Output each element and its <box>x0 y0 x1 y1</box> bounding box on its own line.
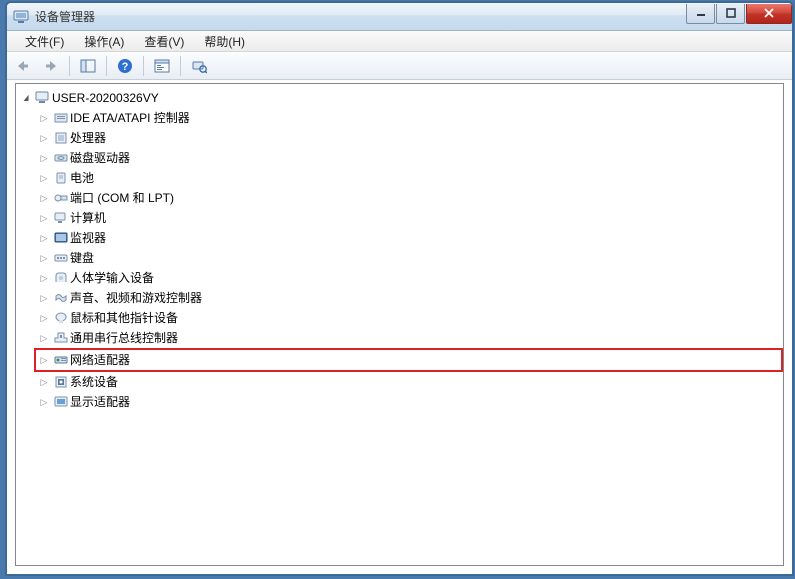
highlighted-item: 网络适配器 <box>34 348 783 372</box>
maximize-button[interactable] <box>716 4 745 24</box>
tree-item[interactable]: 计算机 <box>36 208 783 228</box>
expand-icon[interactable] <box>36 308 52 328</box>
expand-icon[interactable] <box>36 188 52 208</box>
expand-icon[interactable] <box>36 288 52 308</box>
tree-item-label: 显示适配器 <box>70 392 130 412</box>
menu-view[interactable]: 查看(V) <box>134 31 194 52</box>
expand-icon[interactable] <box>36 208 52 228</box>
device-category-icon <box>52 352 70 368</box>
tree-item[interactable]: 电池 <box>36 168 783 188</box>
expand-icon[interactable] <box>36 168 52 188</box>
expand-icon[interactable] <box>36 328 52 348</box>
device-category-icon <box>52 290 70 306</box>
device-category-icon <box>52 374 70 390</box>
tree-item[interactable]: 系统设备 <box>36 372 783 392</box>
device-category-icon <box>52 270 70 286</box>
properties-button[interactable] <box>150 55 174 77</box>
device-category-icon <box>52 150 70 166</box>
device-category-icon <box>52 130 70 146</box>
device-tree: USER-20200326VY IDE ATA/ATAPI 控制器处理器磁盘驱动… <box>16 84 783 416</box>
toolbar-separator <box>69 56 70 76</box>
tree-item-label: 通用串行总线控制器 <box>70 328 178 348</box>
expand-icon[interactable] <box>36 228 52 248</box>
tree-item-label: 电池 <box>70 168 94 188</box>
tree-item[interactable]: 人体学输入设备 <box>36 268 783 288</box>
tree-item-label: 鼠标和其他指针设备 <box>70 308 178 328</box>
tree-item-label: 监视器 <box>70 228 106 248</box>
tree-item-label: IDE ATA/ATAPI 控制器 <box>70 108 190 128</box>
scan-hardware-button[interactable] <box>187 55 211 77</box>
toolbar: ? <box>7 52 792 80</box>
expand-icon[interactable] <box>36 148 52 168</box>
tree-item[interactable]: IDE ATA/ATAPI 控制器 <box>36 108 783 128</box>
tree-item[interactable]: 声音、视频和游戏控制器 <box>36 288 783 308</box>
tree-item[interactable]: 监视器 <box>36 228 783 248</box>
device-category-icon <box>52 210 70 226</box>
tree-item-label: 键盘 <box>70 248 94 268</box>
menu-file[interactable]: 文件(F) <box>15 31 74 52</box>
device-category-icon <box>52 170 70 186</box>
tree-item[interactable]: 显示适配器 <box>36 392 783 412</box>
tree-item[interactable]: 通用串行总线控制器 <box>36 328 783 348</box>
computer-icon <box>34 90 52 106</box>
expand-icon[interactable] <box>36 372 52 392</box>
close-button[interactable] <box>746 4 792 24</box>
expand-icon[interactable] <box>36 350 52 370</box>
expand-icon[interactable] <box>18 88 34 108</box>
device-category-icon <box>52 110 70 126</box>
device-category-icon <box>52 394 70 410</box>
tree-item-label: 人体学输入设备 <box>70 268 154 288</box>
window-controls <box>685 4 792 24</box>
menu-action[interactable]: 操作(A) <box>74 31 134 52</box>
expand-icon[interactable] <box>36 268 52 288</box>
tree-item-label: 磁盘驱动器 <box>70 148 130 168</box>
tree-item-label: 网络适配器 <box>70 350 130 370</box>
back-button[interactable] <box>11 55 35 77</box>
svg-text:?: ? <box>122 61 129 73</box>
tree-item-label: 处理器 <box>70 128 106 148</box>
tree-item-label: 计算机 <box>70 208 106 228</box>
device-category-icon <box>52 230 70 246</box>
tree-item-label: 系统设备 <box>70 372 118 392</box>
tree-item[interactable]: 磁盘驱动器 <box>36 148 783 168</box>
show-hide-tree-button[interactable] <box>76 55 100 77</box>
expand-icon[interactable] <box>36 392 52 412</box>
minimize-button[interactable] <box>686 4 715 24</box>
tree-item-label: 端口 (COM 和 LPT) <box>70 188 174 208</box>
expand-icon[interactable] <box>36 108 52 128</box>
tree-item[interactable]: 端口 (COM 和 LPT) <box>36 188 783 208</box>
device-category-icon <box>52 250 70 266</box>
device-category-icon <box>52 330 70 346</box>
tree-item[interactable]: 键盘 <box>36 248 783 268</box>
device-category-icon <box>52 190 70 206</box>
app-icon <box>13 9 29 25</box>
menubar: 文件(F) 操作(A) 查看(V) 帮助(H) <box>7 31 792 52</box>
tree-root[interactable]: USER-20200326VY <box>18 88 783 108</box>
device-category-icon <box>52 310 70 326</box>
device-manager-window: 设备管理器 文件(F) 操作(A) 查看(V) 帮助(H) <box>6 2 793 575</box>
toolbar-separator <box>143 56 144 76</box>
forward-button[interactable] <box>39 55 63 77</box>
device-tree-pane[interactable]: USER-20200326VY IDE ATA/ATAPI 控制器处理器磁盘驱动… <box>15 83 784 566</box>
tree-item[interactable]: 鼠标和其他指针设备 <box>36 308 783 328</box>
titlebar: 设备管理器 <box>7 3 792 31</box>
menu-help[interactable]: 帮助(H) <box>194 31 255 52</box>
window-title: 设备管理器 <box>35 8 685 25</box>
tree-root-label: USER-20200326VY <box>52 88 159 108</box>
tree-item-label: 声音、视频和游戏控制器 <box>70 288 202 308</box>
expand-icon[interactable] <box>36 128 52 148</box>
tree-item[interactable]: 网络适配器 <box>36 350 777 370</box>
help-button[interactable]: ? <box>113 55 137 77</box>
expand-icon[interactable] <box>36 248 52 268</box>
tree-item[interactable]: 处理器 <box>36 128 783 148</box>
toolbar-separator <box>106 56 107 76</box>
toolbar-separator <box>180 56 181 76</box>
